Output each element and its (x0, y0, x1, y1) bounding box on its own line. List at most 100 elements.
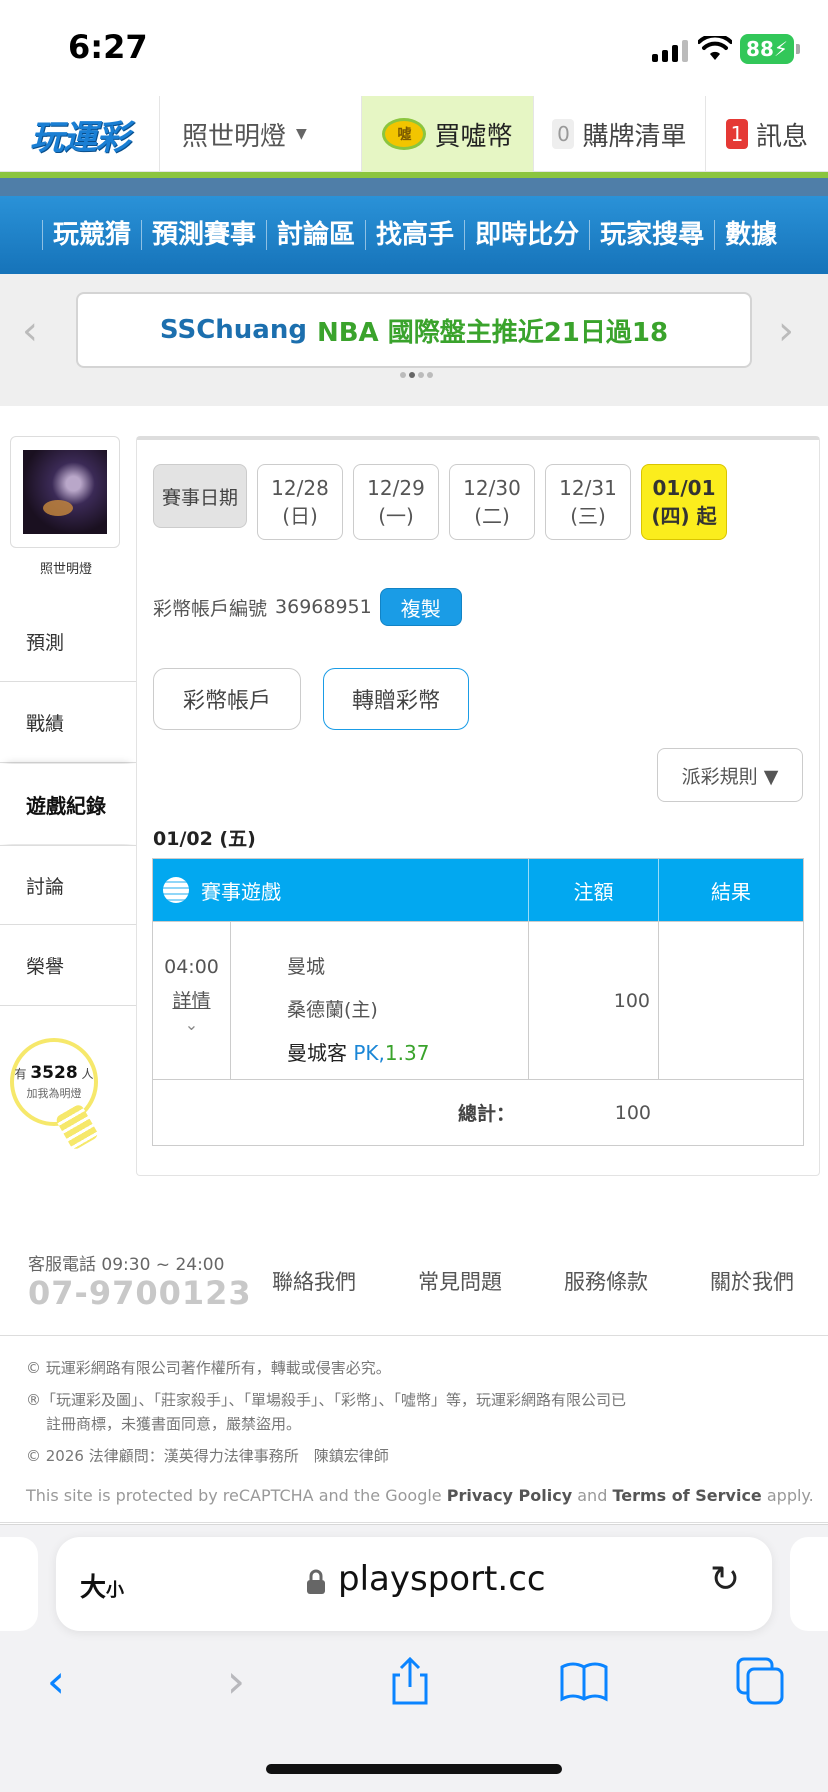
header-result: 結果 (711, 879, 751, 904)
payout-rules-dropdown[interactable]: 派彩規則 ▼ (657, 748, 803, 802)
banner-text: NBA 國際盤主推近21日過18 (316, 317, 669, 348)
nav-item-livescore[interactable]: 即時比分 (464, 220, 589, 250)
carousel-dots (400, 372, 433, 378)
date-button[interactable]: 12/31 (三) (545, 464, 631, 540)
next-tab-peek[interactable] (790, 1537, 828, 1631)
back-icon[interactable]: ‹ (26, 1651, 86, 1711)
nav-item-forum[interactable]: 討論區 (266, 220, 365, 250)
customer-service-label: 客服電話 09:30 ~ 24:00 (28, 1255, 225, 1275)
total-label: 總計： (457, 1103, 515, 1125)
user-menu[interactable]: 照世明燈 ▼ (160, 96, 362, 172)
terms-of-service-link[interactable]: Terms of Service (612, 1486, 761, 1505)
details-link[interactable]: 詳情 (172, 986, 210, 1013)
footer-notes: © 玩運彩網路有限公司著作權所有，轉載或侵害必究。 ®「玩運彩及圖」、「莊家殺手… (26, 1356, 806, 1476)
cart-count-badge: 0 (552, 119, 575, 149)
cart-button[interactable]: 0 購牌清單 (534, 96, 706, 172)
chevron-left-icon[interactable]: ‹ (22, 308, 38, 354)
messages-label: 訊息 (755, 121, 808, 152)
date-button[interactable]: 12/30 (二) (449, 464, 535, 540)
sidebar-item-record[interactable]: 戰績 (0, 683, 136, 763)
nav-item-data[interactable]: 數據 (714, 220, 787, 250)
cell-game: 曼城 桑德蘭(主) 曼城客 PK,1.37 (231, 922, 529, 1079)
copy-button[interactable]: 複製 (379, 588, 462, 626)
footer-link-contact[interactable]: 聯絡我們 (272, 1266, 356, 1296)
text-size-button[interactable]: 大小 (80, 1567, 124, 1604)
battery-level: 88 (746, 37, 774, 61)
sidebar-item-predict[interactable]: 預測 (0, 602, 136, 682)
bookmarks-icon[interactable] (554, 1651, 614, 1711)
header-game: 賽事遊戲 (153, 859, 529, 921)
banner-slide[interactable]: SSChuang NBA 國際盤主推近21日過18 (76, 292, 752, 368)
banner-user: SSChuang (159, 315, 307, 345)
away-team: 曼城 (287, 956, 326, 978)
site-logo[interactable]: 玩運彩 (0, 96, 160, 172)
buy-coin-button[interactable]: 噓 買噓幣 (362, 96, 534, 172)
total-value: 100 (614, 1101, 651, 1124)
buy-coin-label: 買噓幣 (434, 121, 513, 152)
sidebar-item-honor[interactable]: 榮譽 (0, 926, 136, 1006)
table-total-row: 總計： 100 (153, 1079, 803, 1145)
date-button[interactable]: 12/28 (日) (257, 464, 343, 540)
cellular-signal-icon (652, 40, 688, 62)
avatar (23, 450, 107, 534)
copyright-text: © 玩運彩網路有限公司著作權所有，轉載或侵害必究。 (26, 1359, 391, 1377)
table-header: 賽事遊戲 注額 結果 (153, 859, 803, 921)
footer-contact: 客服電話 09:30 ~ 24:00 07-9700123 聯絡我們 常見問題 … (0, 1240, 828, 1336)
nav-item-predict[interactable]: 預測賽事 (141, 220, 266, 250)
date-button-selected[interactable]: 01/01 (四) 起 (641, 464, 727, 540)
follow-note: 加我為明燈 (26, 1087, 82, 1100)
url-text[interactable]: playsport.cc (338, 1559, 546, 1599)
customer-service-phone[interactable]: 07-9700123 (28, 1274, 252, 1312)
caret-down-icon: ▼ (296, 126, 307, 142)
recaptcha-notice: This site is protected by reCAPTCHA and … (26, 1486, 814, 1505)
footer-link-about[interactable]: 關於我們 (710, 1266, 794, 1296)
avatar-frame[interactable] (10, 436, 120, 548)
forward-icon[interactable]: › (206, 1651, 266, 1711)
pick-type: PK, (353, 1041, 385, 1065)
date-button[interactable]: 12/29 (一) (353, 464, 439, 540)
profile-name: 照世明燈 (39, 562, 92, 577)
browser-toolbar: 大小 playsport.cc ↻ ‹ › (0, 1524, 828, 1792)
previous-tab-peek[interactable] (0, 1537, 38, 1631)
tabs-icon[interactable] (730, 1651, 790, 1711)
home-indicator (266, 1764, 562, 1774)
cart-label: 購牌清單 (582, 121, 687, 152)
nav-item-guess[interactable]: 玩競猜 (42, 220, 141, 250)
chevron-right-icon[interactable]: › (778, 308, 794, 354)
account-number: 36968951 (275, 596, 372, 618)
game-time: 04:00 (164, 956, 219, 978)
nav-item-experts[interactable]: 找高手 (365, 220, 464, 250)
sidebar-item-game-history[interactable]: 遊戲紀錄 (0, 764, 136, 844)
header-amount: 注額 (529, 859, 659, 921)
cell-amount: 100 (529, 922, 659, 1079)
message-count-badge: 1 (725, 119, 748, 149)
footer-link-faq[interactable]: 常見問題 (418, 1266, 502, 1296)
reload-icon[interactable]: ↻ (710, 1559, 740, 1600)
tab-transfer-coins[interactable]: 轉贈彩幣 (323, 668, 469, 730)
blue-strip (0, 178, 828, 196)
user-name: 照世明燈 (182, 121, 287, 152)
coin-icon: 噓 (382, 118, 427, 150)
footer-link-terms[interactable]: 服務條款 (564, 1266, 648, 1296)
legal-counsel-text: © 2026 法律顧問：漢英得力法律事務所 陳鎮宏律師 (26, 1447, 389, 1465)
tab-coin-account[interactable]: 彩幣帳戶 (153, 668, 301, 730)
sidebar-item-discussion[interactable]: 討論 (0, 845, 136, 925)
share-icon[interactable] (380, 1651, 440, 1711)
pick-odds: 1.37 (384, 1041, 430, 1065)
privacy-policy-link[interactable]: Privacy Policy (447, 1486, 572, 1505)
chevron-down-icon[interactable]: ⌄ (185, 1015, 198, 1034)
battery-icon: 88 ⚡ (740, 34, 794, 64)
address-bar[interactable]: 大小 playsport.cc ↻ (56, 1537, 772, 1631)
nav-item-player-search[interactable]: 玩家搜尋 (589, 220, 714, 250)
messages-button[interactable]: 1 訊息 (706, 96, 828, 172)
pick-team: 曼城客 (287, 1041, 347, 1065)
account-label: 彩幣帳戶編號 (153, 597, 268, 620)
home-team: 桑德蘭(主) (287, 999, 378, 1021)
top-navigation: 玩運彩 照世明燈 ▼ 噓 買噓幣 0 購牌清單 1 訊息 (0, 96, 828, 172)
footer-divider (0, 1522, 828, 1523)
game-history-panel: 賽事日期 12/28 (日) 12/29 (一) 12/30 (二) 12/31 (三)… (136, 436, 820, 1176)
fans-count: 3528 (30, 1063, 78, 1083)
table-row: 04:00 詳情 ⌄ 曼城 桑德蘭(主) 曼城客 PK,1.37 100 (153, 921, 803, 1079)
game-table: 賽事遊戲 注額 結果 04:00 詳情 ⌄ 曼城 桑德蘭(主) 曼城客 PK,1… (152, 858, 804, 1146)
pick-line: 曼城客 PK,1.37 (287, 1032, 528, 1075)
